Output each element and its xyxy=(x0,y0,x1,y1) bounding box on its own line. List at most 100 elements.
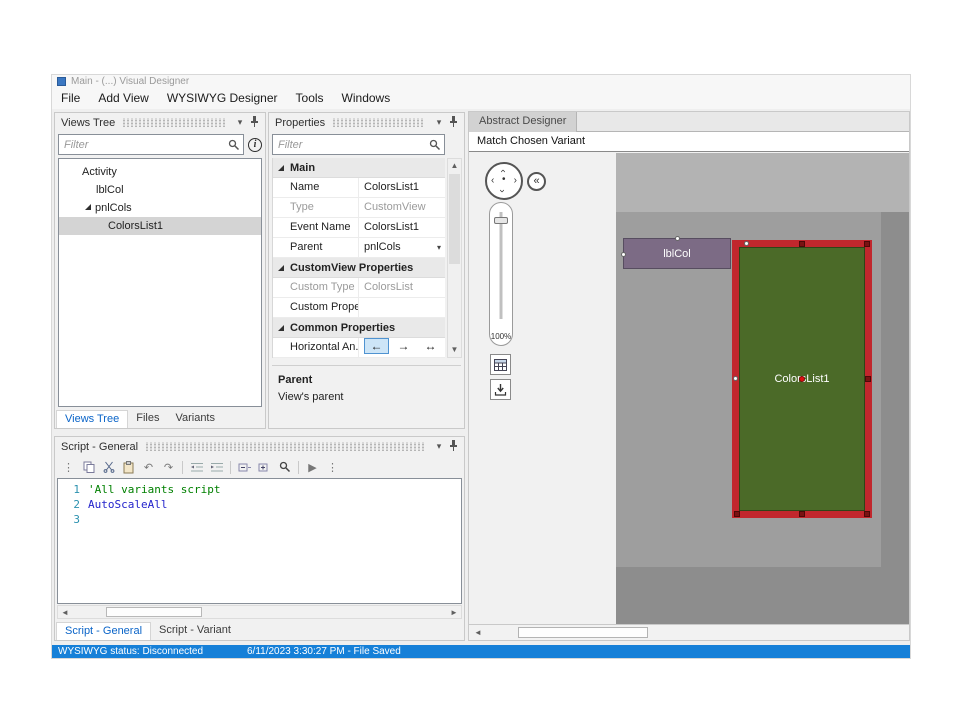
collapse-regions-icon[interactable] xyxy=(236,459,253,475)
scroll-left-icon[interactable]: ◄ xyxy=(471,625,485,640)
tab-variants[interactable]: Variants xyxy=(167,410,223,427)
visual-designer-window: Main - (...) Visual Designer File Add Vi… xyxy=(52,75,910,658)
file-saved-status: 6/11/2023 3:30:27 PM - File Saved xyxy=(247,646,401,657)
cut-icon[interactable] xyxy=(100,459,117,475)
resize-handle[interactable] xyxy=(865,376,871,382)
pin-icon[interactable] xyxy=(247,116,261,129)
anchor-right-button[interactable]: → xyxy=(391,338,416,354)
wysiwyg-status: WYSIWYG status: Disconnected xyxy=(58,646,203,657)
panel-menu-icon[interactable]: ▾ xyxy=(432,117,446,128)
anchor-left-button[interactable]: ← xyxy=(364,338,389,354)
prop-row-name[interactable]: NameColorsList1 xyxy=(273,178,445,198)
import-button[interactable] xyxy=(490,379,511,400)
tab-script-general[interactable]: Script - General xyxy=(56,622,151,640)
handle-dot[interactable] xyxy=(733,376,738,381)
indent-decrease-icon[interactable] xyxy=(188,459,205,475)
pan-right-icon[interactable]: › xyxy=(514,176,517,186)
resize-handle[interactable] xyxy=(799,241,805,247)
code-editor[interactable]: 1'All variants script 2AutoScaleAll 3 xyxy=(57,478,462,604)
toolbar-separator xyxy=(298,461,299,474)
indent-increase-icon[interactable] xyxy=(208,459,225,475)
undo-icon[interactable]: ↶ xyxy=(140,459,157,475)
handle-dot[interactable] xyxy=(675,236,680,241)
tab-views-tree[interactable]: Views Tree xyxy=(56,410,128,428)
zoom-slider-track[interactable] xyxy=(500,212,503,319)
designer-horizontal-scrollbar[interactable]: ◄ xyxy=(469,624,909,640)
expand-triangle-icon[interactable] xyxy=(85,204,91,210)
prop-row-horizontal-anchor: Horizontal An... ←→↔ xyxy=(273,338,445,358)
scroll-up-icon[interactable]: ▲ xyxy=(448,159,461,173)
section-main[interactable]: Main xyxy=(273,158,445,178)
window-title: Main - (...) Visual Designer xyxy=(71,76,189,87)
tab-abstract-designer[interactable]: Abstract Designer xyxy=(469,112,577,132)
prop-row-parent[interactable]: ParentpnlCols▾ xyxy=(273,238,445,258)
colorslist1-surface[interactable]: ColorsList1 xyxy=(739,247,865,511)
properties-panel: Properties ▾ Main NameColorsList1 TypeCu… xyxy=(268,112,465,429)
pan-up-icon[interactable]: ‹ xyxy=(498,169,508,172)
pin-icon[interactable] xyxy=(446,440,460,453)
resize-handle[interactable] xyxy=(864,241,870,247)
handle-dot[interactable] xyxy=(621,252,626,257)
pin-icon[interactable] xyxy=(446,116,460,129)
properties-scrollbar[interactable]: ▲ ▼ xyxy=(447,158,462,358)
tree-item-activity[interactable]: Activity xyxy=(59,163,261,181)
tree-item-pnlcols[interactable]: pnlCols xyxy=(59,199,261,217)
resize-handle[interactable] xyxy=(734,511,740,517)
toolbar-overflow-icon[interactable]: ⋮ xyxy=(324,459,341,475)
zoom-slider-thumb[interactable] xyxy=(494,217,508,224)
pan-left-icon[interactable]: ‹ xyxy=(491,176,494,186)
match-variant-bar[interactable]: Match Chosen Variant xyxy=(469,132,909,152)
pan-dpad[interactable]: ‹ ‹ ‹ › • xyxy=(485,162,523,200)
info-icon[interactable]: i xyxy=(248,138,262,152)
panel-menu-icon[interactable]: ▾ xyxy=(233,117,247,128)
tab-files[interactable]: Files xyxy=(128,410,167,427)
title-bar: Main - (...) Visual Designer xyxy=(52,75,910,87)
prop-row-event-name[interactable]: Event NameColorsList1 xyxy=(273,218,445,238)
redo-icon[interactable]: ↷ xyxy=(160,459,177,475)
anchor-dot xyxy=(799,376,805,382)
collapse-panel-button[interactable]: « xyxy=(527,172,546,191)
scroll-down-icon[interactable]: ▼ xyxy=(448,343,461,357)
pan-center-icon[interactable]: • xyxy=(502,175,506,185)
scroll-right-icon[interactable]: ► xyxy=(447,606,461,618)
designer-canvas[interactable]: lblCol ColorsList1 xyxy=(616,153,909,624)
scroll-left-icon[interactable]: ◄ xyxy=(58,606,72,618)
tree-item-colorslist1[interactable]: ColorsList1 xyxy=(59,217,261,235)
tab-script-variant[interactable]: Script - Variant xyxy=(151,622,239,639)
paste-icon[interactable] xyxy=(120,459,137,475)
grid-button[interactable] xyxy=(490,354,511,375)
play-icon[interactable]: ▶ xyxy=(304,459,321,475)
menu-wysiwyg-designer[interactable]: WYSIWYG Designer xyxy=(158,88,287,108)
views-filter-input[interactable] xyxy=(59,135,243,154)
search-icon[interactable] xyxy=(276,459,293,475)
scrollbar-thumb[interactable] xyxy=(518,627,648,638)
section-customview-properties[interactable]: CustomView Properties xyxy=(273,258,445,278)
resize-handle[interactable] xyxy=(864,511,870,517)
menu-add-view[interactable]: Add View xyxy=(89,88,157,108)
panel-menu-icon[interactable]: ▾ xyxy=(432,441,446,452)
properties-filter-input[interactable] xyxy=(273,135,444,154)
zoom-slider[interactable]: 100% xyxy=(489,202,513,346)
scrollbar-thumb[interactable] xyxy=(449,174,460,264)
section-common-properties[interactable]: Common Properties xyxy=(273,318,445,338)
canvas-panel-colorslist1[interactable]: ColorsList1 xyxy=(732,240,872,518)
script-title: Script - General xyxy=(61,441,138,453)
menu-windows[interactable]: Windows xyxy=(333,88,400,108)
canvas-label-lblcol[interactable]: lblCol xyxy=(623,238,731,269)
resize-handle[interactable] xyxy=(799,511,805,517)
prop-row-custom-properties[interactable]: Custom Prope... xyxy=(273,298,445,318)
toolbar-separator xyxy=(182,461,183,474)
handle-dot[interactable] xyxy=(744,241,749,246)
tree-item-lblcol[interactable]: lblCol xyxy=(59,181,261,199)
anchor-both-button[interactable]: ↔ xyxy=(418,338,443,354)
views-filter-row: i xyxy=(58,134,262,155)
script-horizontal-scrollbar[interactable]: ◄ ► xyxy=(57,605,462,619)
expand-regions-icon[interactable] xyxy=(256,459,273,475)
chevron-down-icon[interactable]: ▾ xyxy=(437,238,441,257)
copy-icon[interactable] xyxy=(80,459,97,475)
menu-tools[interactable]: Tools xyxy=(287,88,333,108)
property-grid: Main NameColorsList1 TypeCustomView Even… xyxy=(272,158,445,358)
scrollbar-thumb[interactable] xyxy=(106,607,202,617)
menu-file[interactable]: File xyxy=(52,88,89,108)
pan-down-icon[interactable]: ‹ xyxy=(498,189,508,192)
